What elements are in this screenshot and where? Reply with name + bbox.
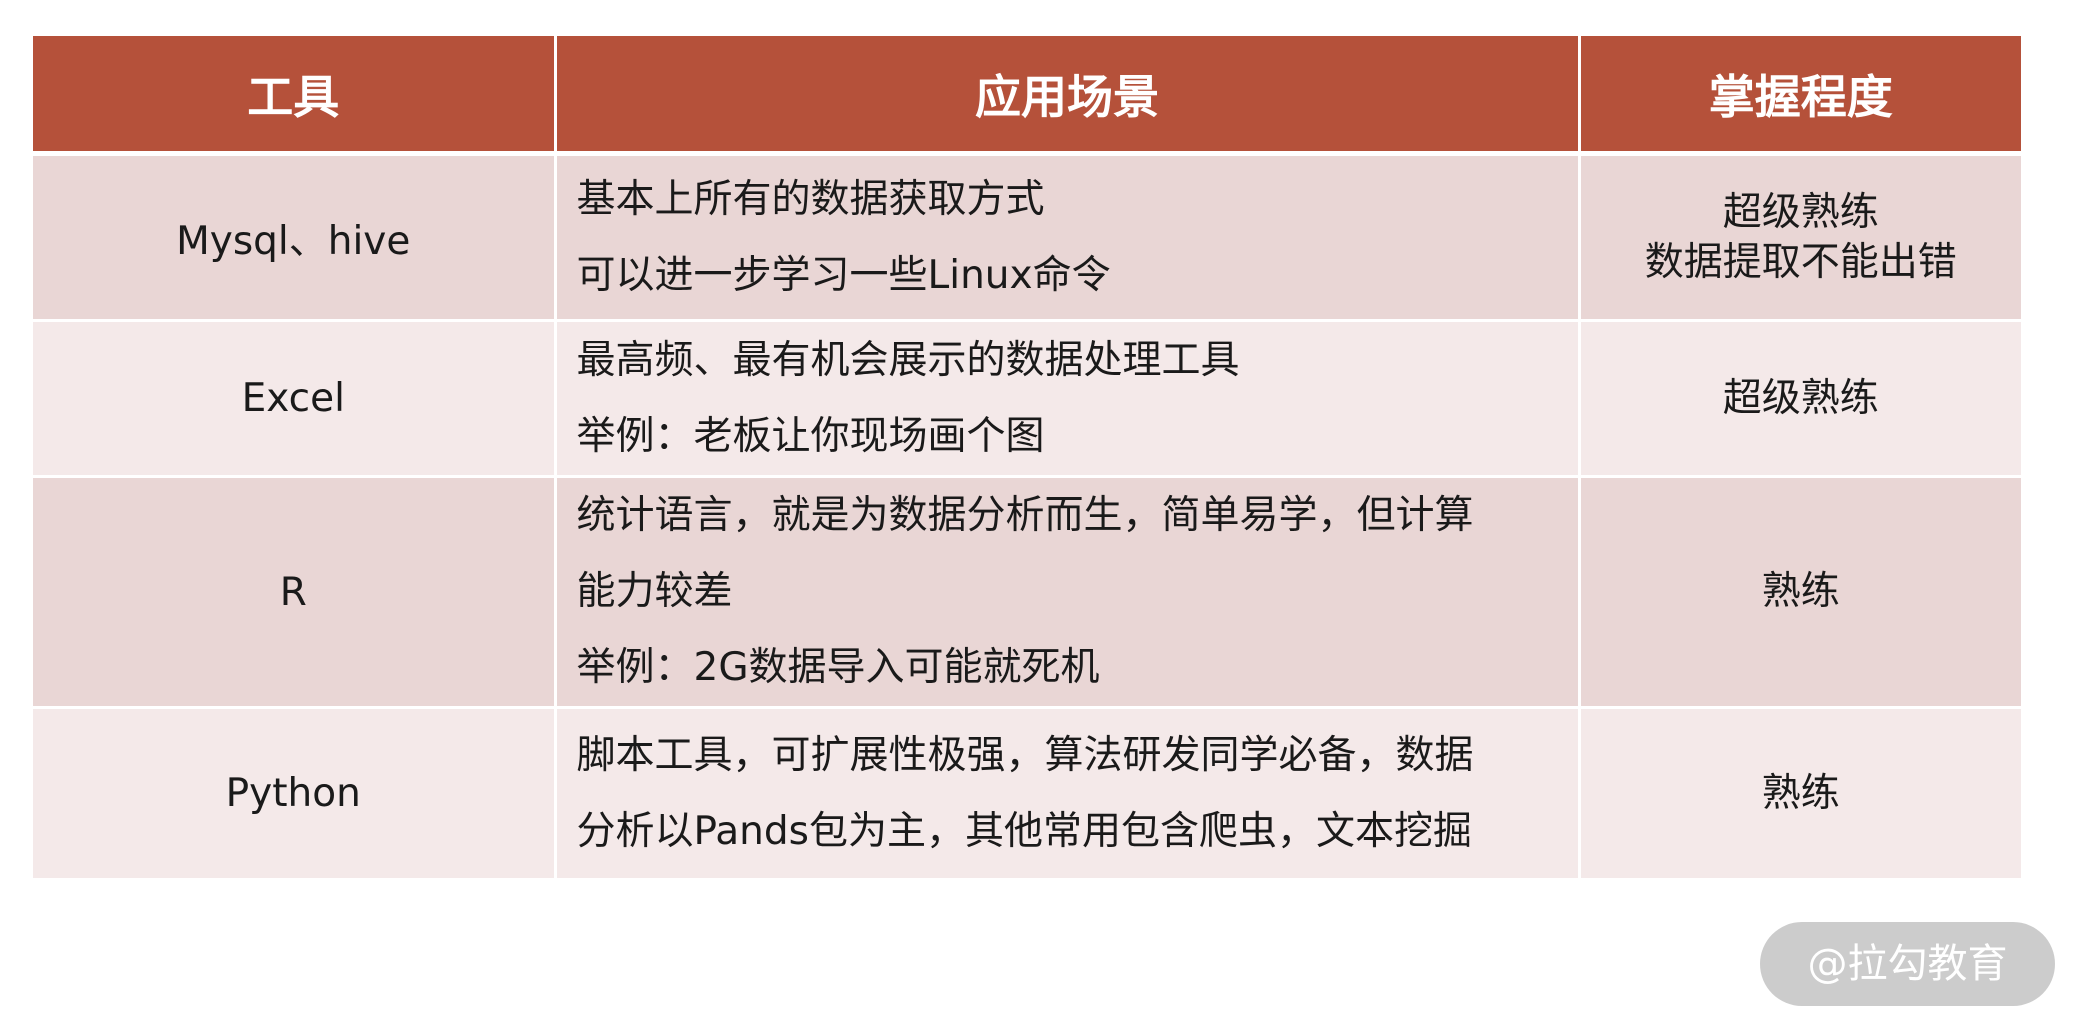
tool-cell: Excel [33, 320, 557, 478]
scene-line: 最高频、最有机会展示的数据处理工具 [576, 337, 1240, 383]
tool-cell: Python [33, 707, 557, 881]
scene-line: 可以进一步学习一些Linux命令 [576, 252, 1111, 298]
scene-line: 基本上所有的数据获取方式 [576, 176, 1045, 222]
scene-cell: 脚本工具，可扩展性极强，算法研发同学必备，数据 分析以Pands包为主，其他常用… [555, 707, 1581, 881]
tool-cell: R [33, 476, 557, 709]
header-scene: 应用场景 [555, 36, 1581, 156]
scene-cell: 统计语言，就是为数据分析而生，简单易学，但计算 能力较差 举例：2G数据导入可能… [555, 476, 1581, 709]
level-line: 超级熟练 [1722, 189, 1879, 235]
scene-line: 举例：老板让你现场画个图 [576, 413, 1045, 459]
level-line: 熟练 [1761, 569, 1840, 614]
scene-line: 能力较差 [576, 569, 733, 614]
level-line: 超级熟练 [1722, 375, 1879, 421]
table-row: R 统计语言，就是为数据分析而生，简单易学，但计算 能力较差 举例：2G数据导入… [33, 476, 2021, 709]
scene-cell: 最高频、最有机会展示的数据处理工具 举例：老板让你现场画个图 [555, 320, 1581, 478]
table-row: Excel 最高频、最有机会展示的数据处理工具 举例：老板让你现场画个图 超级熟… [33, 320, 2021, 478]
tools-table-container: 工具 应用场景 掌握程度 Mysql、hive 基本上所有的数据获取方式 可以进… [33, 36, 2021, 881]
level-cell: 超级熟练 [1579, 320, 2021, 478]
watermark-badge: @拉勾教育 [1760, 922, 2055, 1006]
scene-cell: 基本上所有的数据获取方式 可以进一步学习一些Linux命令 [555, 153, 1581, 322]
level-line: 熟练 [1761, 770, 1840, 816]
scene-line: 举例：2G数据导入可能就死机 [576, 645, 1100, 690]
table-row: Python 脚本工具，可扩展性极强，算法研发同学必备，数据 分析以Pands包… [33, 707, 2021, 881]
table-header-row: 工具 应用场景 掌握程度 [33, 36, 2021, 156]
scene-line: 分析以Pands包为主，其他常用包含爬虫，文本挖掘 [576, 808, 1472, 854]
level-line: 数据提取不能出错 [1644, 239, 1957, 285]
header-level: 掌握程度 [1579, 36, 2021, 156]
level-cell: 超级熟练 数据提取不能出错 [1579, 153, 2021, 322]
tool-cell: Mysql、hive [33, 153, 557, 322]
scene-line: 统计语言，就是为数据分析而生，简单易学，但计算 [576, 493, 1474, 538]
level-cell: 熟练 [1579, 707, 2021, 881]
tools-table: 工具 应用场景 掌握程度 Mysql、hive 基本上所有的数据获取方式 可以进… [33, 36, 2021, 881]
table-row: Mysql、hive 基本上所有的数据获取方式 可以进一步学习一些Linux命令… [33, 153, 2021, 322]
scene-line: 脚本工具，可扩展性极强，算法研发同学必备，数据 [576, 732, 1474, 778]
level-cell: 熟练 [1579, 476, 2021, 709]
header-tool: 工具 [33, 36, 557, 156]
